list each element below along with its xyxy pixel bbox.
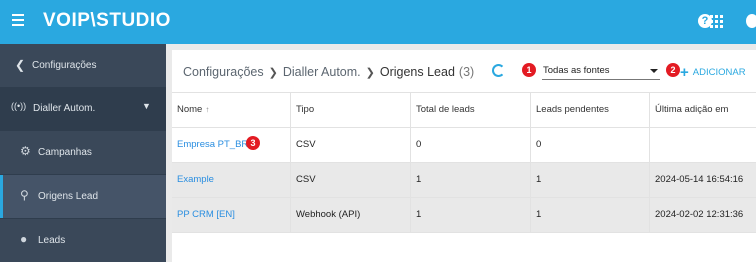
step-badge-3: 3	[246, 136, 260, 150]
main-panel: Configurações ❯ Dialler Autom. ❯ Origens Lea…	[172, 50, 756, 262]
table-row[interactable]: Empresa PT_BR CSV 0 0	[172, 128, 756, 163]
source-type: Webhook (API)	[291, 198, 411, 232]
source-icon: ⚲	[20, 188, 29, 202]
step-badge-2: 2	[666, 63, 680, 77]
broadcast-icon: ((•))	[11, 101, 27, 111]
column-header-pending[interactable]: Leads pendentes	[531, 93, 650, 127]
breadcrumb: Configurações ❯ Dialler Autom. ❯ Origens Lea…	[183, 65, 474, 79]
active-indicator	[0, 175, 3, 218]
total-leads: 1	[411, 163, 531, 197]
pending-leads: 0	[531, 128, 650, 162]
source-name-link[interactable]: PP CRM [EN]	[172, 198, 291, 232]
sidebar-back-configuracoes[interactable]: ❮ Configurações	[0, 44, 166, 87]
last-added	[650, 128, 756, 162]
sidebar-item-label: Campanhas	[38, 147, 92, 158]
breadcrumb-configuracoes[interactable]: Configurações	[183, 65, 264, 79]
last-added: 2024-05-14 16:54:16	[655, 174, 744, 185]
sidebar-item-label: Leads	[38, 235, 66, 246]
chevron-right-icon: ❯	[365, 67, 375, 79]
pending-leads: 1	[531, 198, 650, 232]
user-account-icon[interactable]	[746, 14, 756, 28]
table-row[interactable]: Example CSV 1 1 2024-05-14 16:54:16	[172, 163, 756, 198]
sidebar-back-label: Configurações	[32, 60, 97, 71]
table-header-row: Nome ↑ Tipo Total de leads Leads pendente…	[172, 92, 756, 128]
column-header-nome[interactable]: Nome ↑	[172, 93, 291, 127]
sort-arrow-up-icon: ↑	[205, 105, 210, 114]
sidebar-section-label: Dialler Autom.	[33, 103, 96, 114]
plus-icon: +	[680, 64, 689, 81]
source-name-link[interactable]: Example	[172, 163, 291, 197]
total-leads: 0	[411, 128, 531, 162]
apps-grid-icon[interactable]	[710, 14, 724, 28]
chevron-right-icon: ❯	[268, 67, 278, 79]
lead-sources-table: Nome ↑ Tipo Total de leads Leads pendente…	[172, 92, 756, 233]
column-header-tipo[interactable]: Tipo	[291, 93, 411, 127]
source-name-link[interactable]: Empresa PT_BR	[172, 128, 291, 162]
chevron-down-icon: ▼	[142, 101, 151, 111]
sidebar: ❮ Configurações ((•)) Dialler Autom. ▼ ⚙…	[0, 44, 166, 262]
source-filter-value: Todas as fontes	[543, 65, 610, 76]
sidebar-item-campanhas[interactable]: ⚙ Campanhas	[0, 131, 166, 174]
add-button-label: ADICIONAR	[692, 67, 746, 78]
chevron-left-icon: ❮	[15, 58, 26, 72]
sidebar-item-origens-lead[interactable]: ⚲ Origens Lead	[0, 175, 166, 218]
column-header-total[interactable]: Total de leads	[411, 93, 531, 127]
sidebar-item-label: Origens Lead	[38, 191, 99, 202]
record-count: (3)	[458, 65, 475, 79]
total-leads: 1	[411, 198, 531, 232]
pending-leads: 1	[531, 163, 650, 197]
table-row[interactable]: PP CRM [EN] Webhook (API) 1 1 2024-02-02…	[172, 198, 756, 233]
caret-down-icon	[650, 69, 658, 73]
menu-icon[interactable]	[12, 14, 24, 28]
page-title: Origens Lead	[379, 65, 455, 79]
step-badge-1: 1	[522, 63, 536, 77]
add-button[interactable]: + ADICIONAR	[680, 64, 746, 81]
top-bar: VOIP\STUDIO ?	[0, 0, 756, 44]
source-type: CSV	[291, 163, 411, 197]
gears-icon: ⚙	[20, 144, 31, 158]
sidebar-section-dialler[interactable]: ((•)) Dialler Autom. ▼	[0, 87, 166, 131]
app-logo: VOIP\STUDIO	[43, 10, 171, 31]
person-icon: ●	[20, 232, 28, 246]
refresh-icon[interactable]	[492, 64, 505, 77]
last-added: 2024-02-02 12:31:36	[655, 209, 744, 220]
column-header-last-added[interactable]: Última adição em	[650, 93, 756, 127]
source-type: CSV	[291, 128, 411, 162]
header-label: Nome	[177, 104, 203, 115]
breadcrumb-dialler[interactable]: Dialler Autom.	[283, 65, 361, 79]
sidebar-item-leads[interactable]: ● Leads	[0, 219, 166, 262]
source-filter-select[interactable]: Todas as fontes	[542, 62, 660, 80]
